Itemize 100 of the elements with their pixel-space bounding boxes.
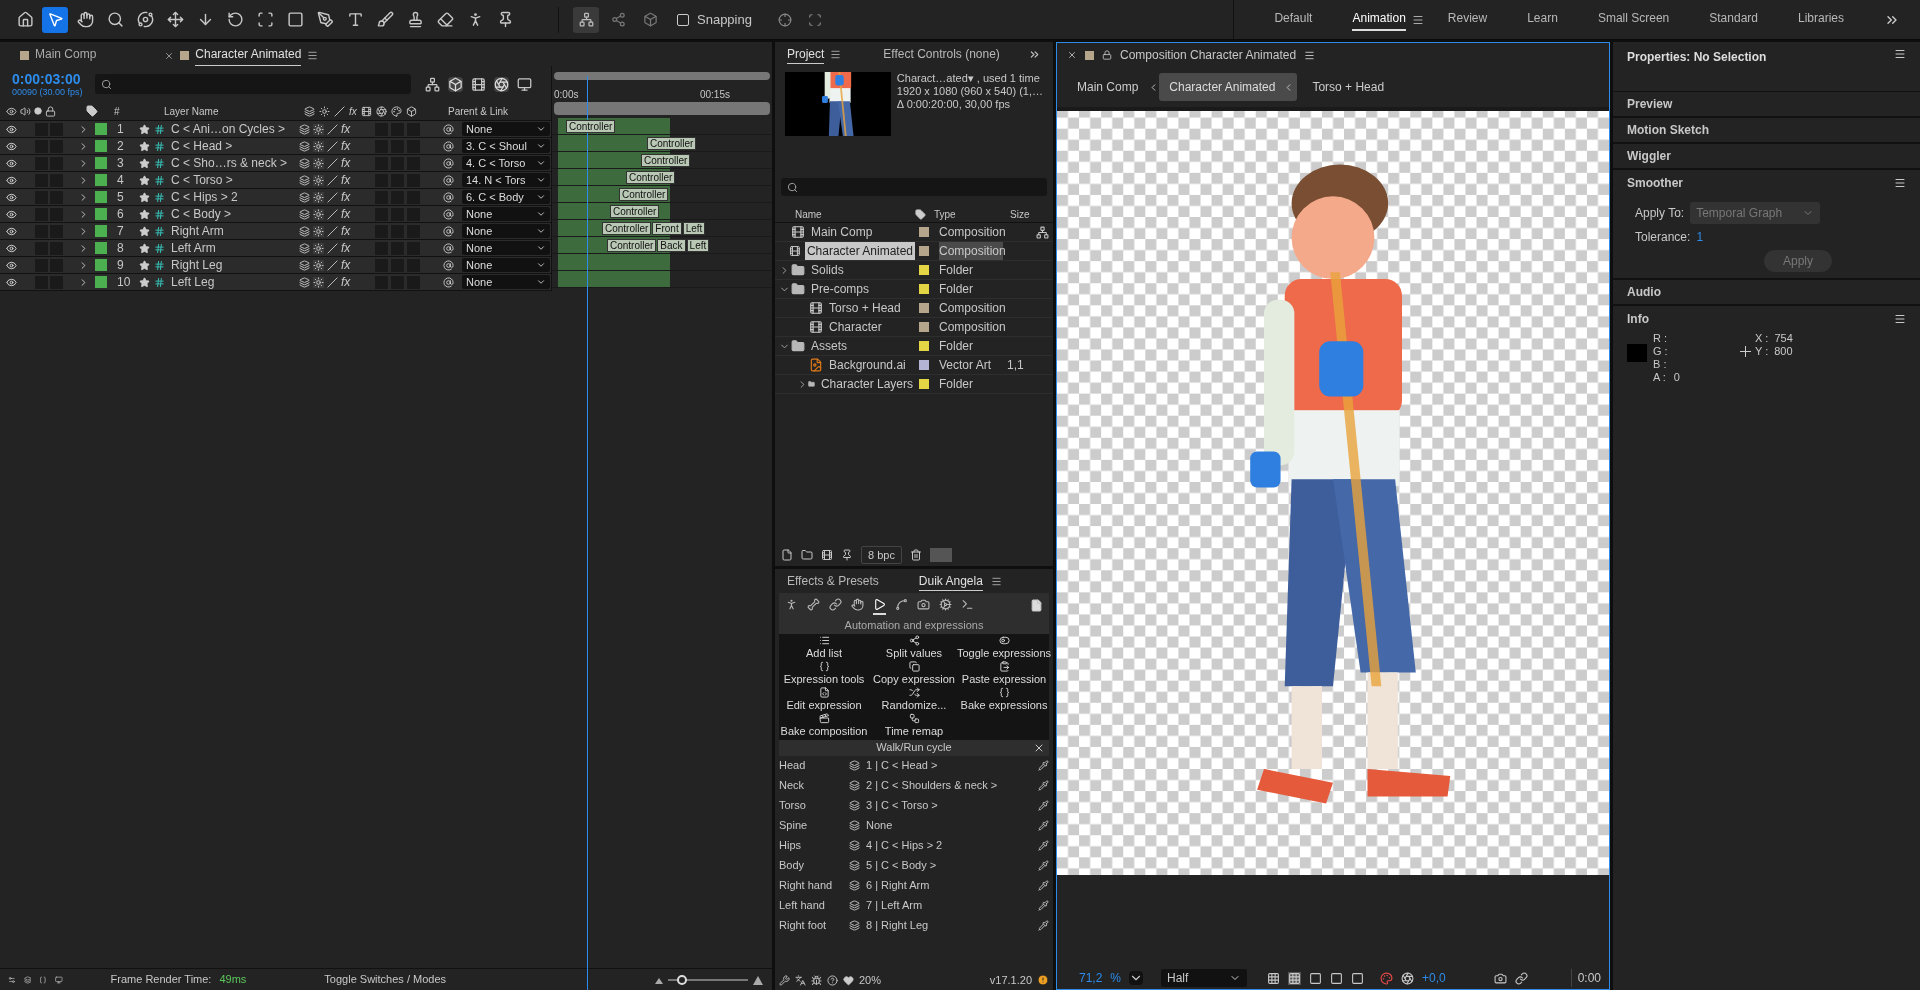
wrench-icon[interactable] xyxy=(779,974,790,986)
layers-icon[interactable] xyxy=(849,900,860,911)
pick-whip-icon[interactable] xyxy=(443,140,454,152)
label-swatch[interactable] xyxy=(919,379,929,389)
layer-name[interactable]: C < Sho…rs & neck > xyxy=(171,154,299,172)
label-swatch[interactable] xyxy=(919,322,929,332)
parent-dropdown[interactable]: 6. C < Body xyxy=(462,190,550,204)
timecode[interactable]: 0:00:03:00 xyxy=(12,70,95,87)
duik-action-button[interactable]: Edit expression xyxy=(779,685,869,712)
layers-icon[interactable] xyxy=(23,973,32,986)
visibility-icon[interactable] xyxy=(6,191,17,203)
switch-box[interactable] xyxy=(35,156,48,170)
panel-menu-icon[interactable] xyxy=(1894,177,1906,189)
pipette-icon[interactable] xyxy=(1038,880,1049,891)
visibility-icon[interactable] xyxy=(6,208,17,220)
panel-menu-icon[interactable] xyxy=(1304,49,1316,61)
breadcrumb[interactable]: Character Animated xyxy=(1159,73,1298,101)
fx-glyph[interactable]: fx xyxy=(341,256,351,274)
switch-box[interactable] xyxy=(50,275,63,289)
panel-menu-icon[interactable] xyxy=(1894,313,1906,325)
fx-glyph[interactable]: fx xyxy=(341,273,351,291)
switch-box[interactable] xyxy=(50,224,63,238)
pick-whip-icon[interactable] xyxy=(443,191,454,203)
toggle-switches-button[interactable]: Toggle Switches / Modes xyxy=(324,971,446,988)
solo-icon[interactable] xyxy=(34,107,42,115)
fx-glyph[interactable]: fx xyxy=(341,239,351,257)
duik-action-button[interactable]: Split values xyxy=(869,633,959,660)
pipette-icon[interactable] xyxy=(1038,800,1049,811)
switch-box[interactable] xyxy=(407,275,421,289)
switch-box[interactable] xyxy=(50,241,63,255)
switch-box[interactable] xyxy=(407,173,421,187)
switch-box[interactable] xyxy=(391,173,405,187)
panel-header[interactable]: Smoother xyxy=(1627,174,1683,192)
parent-dropdown[interactable]: None xyxy=(462,258,550,272)
label-swatch[interactable] xyxy=(95,174,107,186)
layer-picker[interactable]: 8 | Right Leg xyxy=(866,917,929,934)
switch-box[interactable] xyxy=(391,241,405,255)
pick-whip-icon[interactable] xyxy=(443,259,454,271)
layer-name[interactable]: C < Ani…on Cycles > xyxy=(171,120,299,138)
close-icon[interactable] xyxy=(164,50,175,61)
fx-glyph[interactable]: fx xyxy=(341,154,351,172)
switch-box[interactable] xyxy=(391,190,405,204)
label-swatch[interactable] xyxy=(95,259,107,271)
pick-whip-icon[interactable] xyxy=(443,225,454,237)
duik-action-button[interactable]: Bake composition xyxy=(779,711,869,738)
switch-box[interactable] xyxy=(375,258,389,272)
panel-tab[interactable]: Effects & Presets xyxy=(787,571,879,591)
layer-name[interactable]: Left Leg xyxy=(171,273,299,291)
layer-picker[interactable]: 3 | C < Torso > xyxy=(866,797,938,814)
visibility-icon[interactable] xyxy=(6,140,17,152)
project-item[interactable]: Solids xyxy=(809,261,846,279)
switch-box[interactable] xyxy=(407,122,421,136)
close-icon[interactable] xyxy=(1067,50,1077,60)
new-folder-icon[interactable] xyxy=(801,549,813,561)
label-swatch[interactable] xyxy=(95,157,107,169)
menu-icon[interactable] xyxy=(1411,13,1424,26)
visibility-icon[interactable] xyxy=(6,225,17,237)
switch-box[interactable] xyxy=(407,258,421,272)
label-swatch[interactable] xyxy=(95,225,107,237)
switch-box[interactable] xyxy=(407,190,421,204)
marker-label[interactable]: Controller xyxy=(641,154,691,167)
duik-action-button[interactable]: Add list xyxy=(779,633,869,660)
column-header[interactable]: Name xyxy=(795,206,915,222)
switch-box[interactable] xyxy=(35,275,48,289)
switch-box[interactable] xyxy=(407,241,421,255)
project-item[interactable]: Character Animated xyxy=(804,242,915,260)
current-time-field[interactable]: 0:00 xyxy=(1570,969,1601,987)
switch-box[interactable] xyxy=(391,258,405,272)
fx-glyph[interactable]: fx xyxy=(341,120,351,138)
project-item[interactable]: Pre-comps xyxy=(809,280,871,298)
switch-box[interactable] xyxy=(50,207,63,221)
switch-box[interactable] xyxy=(391,139,405,153)
pipette-icon[interactable] xyxy=(1038,900,1049,911)
pick-whip-icon[interactable] xyxy=(443,174,454,186)
layer-picker[interactable]: 4 | C < Hips > 2 xyxy=(866,837,943,854)
project-item[interactable]: Character Layers xyxy=(818,375,915,393)
pick-whip-icon[interactable] xyxy=(443,242,454,254)
zoom-slider-thumb[interactable] xyxy=(677,974,688,985)
parent-dropdown[interactable]: None xyxy=(462,224,550,238)
marker-label[interactable]: Back xyxy=(657,239,686,252)
duik-action-button[interactable]: Time remap xyxy=(869,711,959,738)
switch-box[interactable] xyxy=(391,224,405,238)
pick-whip-icon[interactable] xyxy=(443,276,454,288)
switch-box[interactable] xyxy=(407,207,421,221)
switch-box[interactable] xyxy=(375,224,389,238)
switch-box[interactable] xyxy=(50,258,63,272)
switch-box[interactable] xyxy=(375,275,389,289)
composition-tab[interactable]: Character Animated xyxy=(195,45,302,66)
visibility-icon[interactable] xyxy=(6,174,17,186)
pipette-icon[interactable] xyxy=(1038,780,1049,791)
lock-icon[interactable] xyxy=(1102,50,1112,60)
marker-label[interactable]: Controller xyxy=(619,188,669,201)
project-item[interactable]: Background.ai xyxy=(827,356,908,374)
label-swatch[interactable] xyxy=(919,303,929,313)
switch-box[interactable] xyxy=(50,139,63,153)
switch-box[interactable] xyxy=(407,224,421,238)
camera-icon[interactable] xyxy=(1493,971,1507,985)
panel-header[interactable]: Preview xyxy=(1627,95,1673,113)
duik-action-button[interactable]: Bake expressions xyxy=(959,685,1049,712)
marker-label[interactable]: Controller xyxy=(647,137,697,150)
